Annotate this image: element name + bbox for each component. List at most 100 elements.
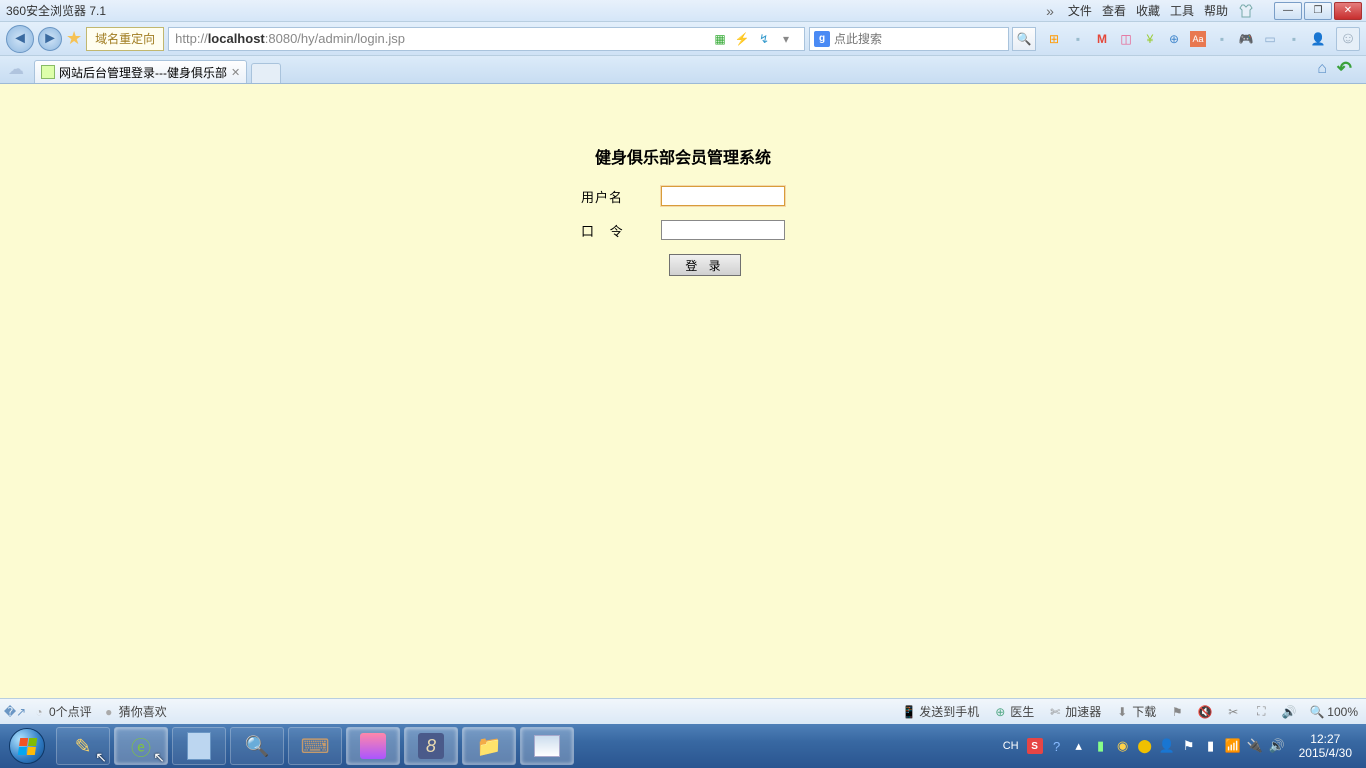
- ext-net-icon[interactable]: ⊕: [1166, 31, 1182, 47]
- task-item-browser[interactable]: ⓔ↖: [114, 727, 168, 765]
- menu-view[interactable]: 查看: [1102, 2, 1126, 19]
- ext-box-icon[interactable]: ▭: [1262, 31, 1278, 47]
- send-phone-item[interactable]: 📱发送到手机: [902, 703, 979, 720]
- menu-file[interactable]: 文件: [1068, 2, 1092, 19]
- login-form: 健身俱乐部会员管理系统 用户名 口 令 登 录: [581, 144, 785, 698]
- menu-more-icon[interactable]: »: [1046, 3, 1054, 19]
- tray-volume-icon[interactable]: 🔊: [1269, 738, 1285, 754]
- tray-sogou-icon[interactable]: S: [1027, 738, 1043, 754]
- search-input[interactable]: [830, 32, 1004, 46]
- sep-icon-3: ▪: [1286, 31, 1302, 47]
- volume-icon[interactable]: 🔊: [1282, 705, 1296, 719]
- ext-ad-icon[interactable]: Aa: [1190, 31, 1206, 47]
- password-row: 口 令: [581, 220, 785, 240]
- lightning-icon[interactable]: ⚡: [734, 31, 750, 47]
- task-item-1[interactable]: ✎↖: [56, 727, 110, 765]
- zoom-icon: 🔍: [1310, 705, 1324, 719]
- tray-shield-icon[interactable]: ⬤: [1137, 738, 1153, 754]
- task-item-keyboard[interactable]: ⌨: [288, 727, 342, 765]
- start-button[interactable]: [4, 726, 50, 766]
- ime-indicator[interactable]: CH: [1003, 740, 1019, 752]
- task-item-explorer[interactable]: 📁: [462, 727, 516, 765]
- ext-user-icon[interactable]: 👤: [1310, 31, 1326, 47]
- tray-power-icon[interactable]: 🔌: [1247, 738, 1263, 754]
- tray-wifi-icon[interactable]: 📶: [1225, 738, 1241, 754]
- ext-game-icon[interactable]: 🎮: [1238, 31, 1254, 47]
- comments-icon: ◔: [32, 705, 46, 719]
- task-item-app1[interactable]: [346, 727, 400, 765]
- tray-help-icon[interactable]: ?: [1049, 738, 1065, 754]
- task-item-image[interactable]: [520, 727, 574, 765]
- tab-favicon-icon: [41, 65, 55, 79]
- search-button[interactable]: 🔍: [1012, 27, 1036, 51]
- task-item-magnify[interactable]: 🔍: [230, 727, 284, 765]
- favorite-star-icon[interactable]: ★: [66, 28, 82, 49]
- page-content: 健身俱乐部会员管理系统 用户名 口 令 登 录: [0, 84, 1366, 698]
- login-button[interactable]: 登 录: [669, 254, 741, 276]
- doctor-icon: ⊕: [993, 705, 1007, 719]
- window-controls: — ❐ ✕: [1274, 2, 1362, 20]
- apps-icon[interactable]: ⊞: [1046, 31, 1062, 47]
- search-box: g: [809, 27, 1009, 51]
- tray-battery-icon[interactable]: ▮: [1093, 738, 1109, 754]
- back-button[interactable]: ◄: [6, 25, 34, 53]
- tray-up-icon[interactable]: ▴: [1071, 738, 1087, 754]
- menu-tools[interactable]: 工具: [1170, 2, 1194, 19]
- ext-cal-icon[interactable]: ◫: [1118, 31, 1134, 47]
- forward-button[interactable]: ►: [38, 27, 62, 51]
- extension-bar: ⊞ ▪ M ◫ ¥ ⊕ Aa ▪ 🎮 ▭ ▪ 👤: [1040, 31, 1332, 47]
- comments-item[interactable]: ◔0个点评: [32, 703, 92, 720]
- home-icon[interactable]: ⌂: [1317, 60, 1327, 78]
- status-right: 📱发送到手机 ⊕医生 ✄加速器 ⬇下载 ⚑ 🔇 ✂ ⛶ 🔊 🔍100%: [902, 703, 1358, 720]
- tray-360-icon[interactable]: ◉: [1115, 738, 1131, 754]
- restore-button[interactable]: ❐: [1304, 2, 1332, 20]
- password-label: 口 令: [581, 221, 661, 240]
- skin-icon[interactable]: [1238, 3, 1254, 19]
- tab-close-icon[interactable]: ✕: [231, 66, 240, 79]
- undo-close-icon[interactable]: ↶: [1337, 58, 1352, 79]
- download-item[interactable]: ⬇下载: [1115, 703, 1156, 720]
- sep-icon-2: ▪: [1214, 31, 1230, 47]
- guess-item[interactable]: ●猜你喜欢: [102, 703, 167, 720]
- phone-icon: 📱: [902, 705, 916, 719]
- new-tab-button[interactable]: [251, 63, 281, 83]
- expand-icon[interactable]: ⛶: [1254, 705, 1268, 719]
- navigation-bar: ◄ ► ★ 域名重定向 http://localhost:8080/hy/adm…: [0, 22, 1366, 56]
- minimize-button[interactable]: —: [1274, 2, 1302, 20]
- address-bar[interactable]: http://localhost:8080/hy/admin/login.jsp…: [168, 27, 805, 51]
- ext-m-icon[interactable]: M: [1094, 31, 1110, 47]
- tray-flag-icon[interactable]: ⚑: [1181, 738, 1197, 754]
- status-left: �↗ ◔0个点评 ●猜你喜欢: [8, 703, 167, 720]
- menu-help[interactable]: 帮助: [1204, 2, 1228, 19]
- ext-yen-icon[interactable]: ¥: [1142, 31, 1158, 47]
- accelerator-item[interactable]: ✄加速器: [1048, 703, 1101, 720]
- password-input[interactable]: [661, 220, 785, 240]
- tray-user-icon[interactable]: 👤: [1159, 738, 1175, 754]
- windows-orb-icon: [9, 728, 45, 764]
- url-protocol: http://: [175, 31, 208, 46]
- task-item-calc[interactable]: [172, 727, 226, 765]
- tab-active[interactable]: 网站后台管理登录---健身俱乐部 ✕: [34, 60, 247, 83]
- google-icon[interactable]: g: [814, 31, 830, 47]
- tray-network-icon[interactable]: ▮: [1203, 738, 1219, 754]
- tray-clock[interactable]: 12:27 2015/4/30: [1293, 732, 1358, 761]
- task-item-app2[interactable]: 8: [404, 727, 458, 765]
- doctor-item[interactable]: ⊕医生: [993, 703, 1034, 720]
- qr-icon[interactable]: ▦: [712, 31, 728, 47]
- status-bar: �↗ ◔0个点评 ●猜你喜欢 📱发送到手机 ⊕医生 ✄加速器 ⬇下载 ⚑ 🔇 ✂…: [0, 698, 1366, 724]
- mute-icon[interactable]: 🔇: [1198, 705, 1212, 719]
- compat-icon[interactable]: ↯: [756, 31, 772, 47]
- page-title: 健身俱乐部会员管理系统: [581, 144, 785, 168]
- flag-icon[interactable]: ⚑: [1170, 705, 1184, 719]
- window-title: 360安全浏览器 7.1: [4, 2, 1046, 19]
- scissors-icon[interactable]: ✂: [1226, 705, 1240, 719]
- clock-date: 2015/4/30: [1299, 746, 1352, 760]
- menu-favorites[interactable]: 收藏: [1136, 2, 1160, 19]
- cloud-sync-icon[interactable]: ☁: [8, 59, 28, 79]
- profile-avatar[interactable]: ☺: [1336, 27, 1360, 51]
- zoom-item[interactable]: 🔍100%: [1310, 705, 1358, 719]
- username-input[interactable]: [661, 186, 785, 206]
- restore-window-icon[interactable]: �↗: [8, 705, 22, 719]
- dropdown-icon[interactable]: ▾: [778, 31, 794, 47]
- close-button[interactable]: ✕: [1334, 2, 1362, 20]
